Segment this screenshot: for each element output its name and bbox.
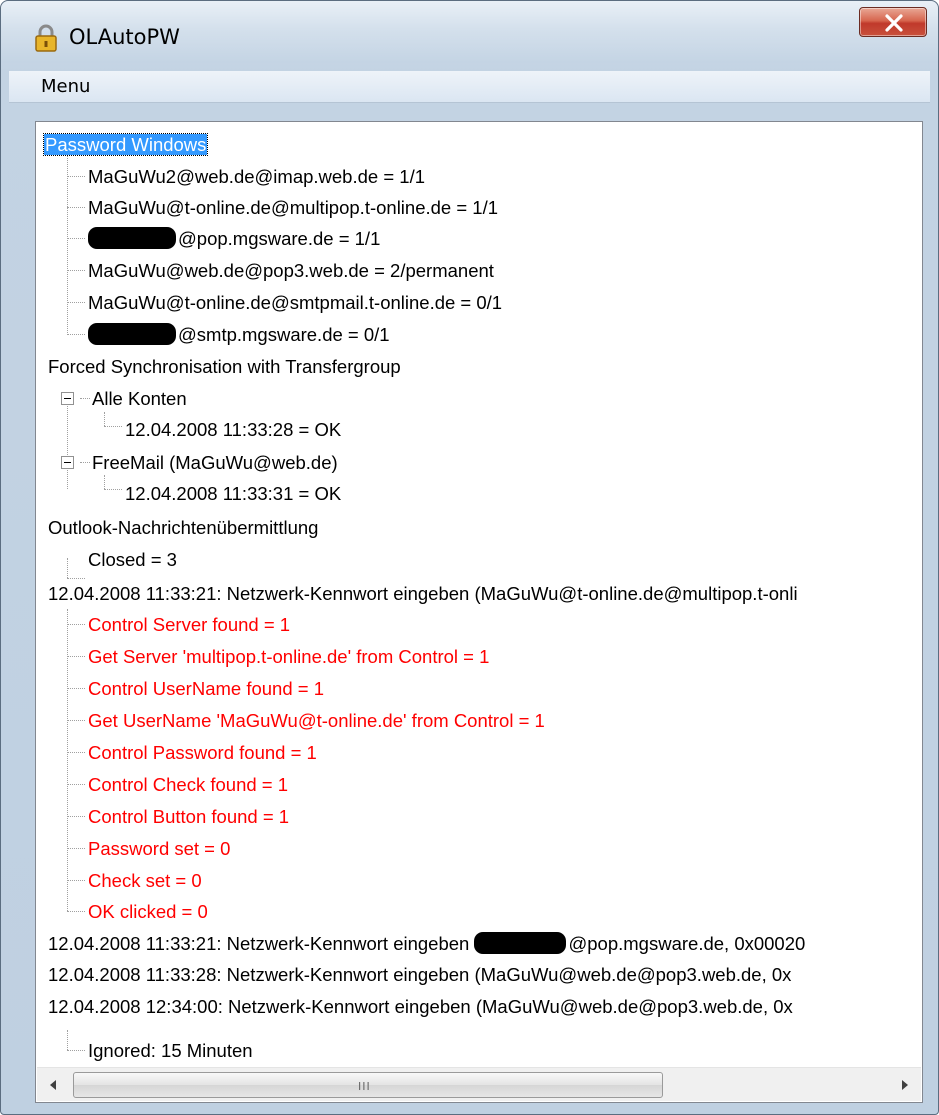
tree-connector <box>67 207 85 208</box>
tree-connector <box>67 334 85 335</box>
window-title: OLAutoPW <box>69 25 180 49</box>
menu-item-menu[interactable]: Menu <box>37 76 94 97</box>
tree-node-event-detail[interactable]: Get UserName 'MaGuWu@t-online.de' from C… <box>88 705 545 736</box>
arrow-right-icon <box>902 1080 908 1090</box>
tree-connector <box>67 155 68 335</box>
tree-connector <box>67 688 85 689</box>
tree-node-event-detail[interactable]: Control UserName found = 1 <box>88 673 324 704</box>
scroll-left-button[interactable] <box>37 1068 71 1102</box>
tree-content: Password Windows MaGuWu2@web.de@imap.web… <box>36 122 922 1066</box>
redacted-username <box>474 932 567 954</box>
scroll-right-button[interactable] <box>887 1068 921 1102</box>
tree-node-outlook[interactable]: Outlook-Nachrichtenübermittlung <box>48 512 318 543</box>
menu-bar: Menu <box>9 71 930 103</box>
tree-connector <box>104 412 105 426</box>
collapse-toggle-freemail[interactable] <box>61 456 74 469</box>
horizontal-scrollbar[interactable]: III <box>37 1067 921 1101</box>
tree-connector <box>67 558 68 578</box>
tree-node-pw-item[interactable]: @smtp.mgsware.de = 0/1 <box>88 319 390 350</box>
tree-node-alle-konten[interactable]: Alle Konten <box>92 383 187 414</box>
tree-node-pw-item[interactable]: @pop.mgsware.de = 1/1 <box>88 223 380 254</box>
tree-node-pw-item[interactable]: MaGuWu@t-online.de@smtpmail.t-online.de … <box>88 287 502 318</box>
tree-node-event[interactable]: 12.04.2008 12:34:00: Netzwerk-Kennwort e… <box>48 991 793 1022</box>
tree-node-pw-item[interactable]: MaGuWu2@web.de@imap.web.de = 1/1 <box>88 161 425 192</box>
tree-node-forced-sync[interactable]: Forced Synchronisation with Transfergrou… <box>48 351 401 382</box>
tree-connector <box>67 403 68 489</box>
tree-node-event-detail[interactable]: Check set = 0 <box>88 865 202 896</box>
tree-connector <box>67 784 85 785</box>
tree-connector <box>80 398 90 399</box>
tree-connector <box>80 462 90 463</box>
tree-connector <box>67 624 85 625</box>
tree-connector <box>104 489 122 490</box>
tree-connector <box>67 880 85 881</box>
tree-node-password-windows[interactable]: Password Windows <box>42 129 209 160</box>
tree-connector <box>67 911 85 912</box>
tree-node-outlook-entry[interactable]: Closed = 3 <box>88 544 177 575</box>
tree-node-event-detail[interactable]: Password set = 0 <box>88 833 230 864</box>
tree-node-event-detail[interactable]: Control Button found = 1 <box>88 801 289 832</box>
scrollbar-grip: III <box>358 1080 371 1093</box>
tree-node-event-detail[interactable]: Control Server found = 1 <box>88 609 290 640</box>
tree-node-alle-konten-entry[interactable]: 12.04.2008 11:33:28 = OK <box>125 414 341 445</box>
tree-connector <box>67 656 85 657</box>
tree-node-event[interactable]: 12.04.2008 11:33:21: Netzwerk-Kennwort e… <box>48 928 805 959</box>
tree-node-pw-item[interactable]: MaGuWu@t-online.de@multipop.t-online.de … <box>88 192 498 223</box>
padlock-icon <box>35 24 57 52</box>
tree-connector <box>67 848 85 849</box>
tree-node-pw-item[interactable]: MaGuWu@web.de@pop3.web.de = 2/permanent <box>88 255 494 286</box>
collapse-toggle-alle-konten[interactable] <box>61 392 74 405</box>
scrollbar-thumb[interactable]: III <box>73 1072 663 1098</box>
tree-node-event-detail[interactable]: Get Server 'multipop.t-online.de' from C… <box>88 641 489 672</box>
tree-node-event-detail[interactable]: Ignored: 15 Minuten <box>88 1035 253 1066</box>
tree-connector <box>67 609 68 911</box>
tree-node-event-detail[interactable]: OK clicked = 0 <box>88 896 208 927</box>
tree-connector <box>67 176 85 177</box>
tree-connector <box>67 302 85 303</box>
tree-node-freemail-entry[interactable]: 12.04.2008 11:33:31 = OK <box>125 478 341 509</box>
tree-connector <box>67 752 85 753</box>
tree-connector <box>67 816 85 817</box>
tree-node-event-detail[interactable]: Control Check found = 1 <box>88 769 288 800</box>
tree-node-event[interactable]: 12.04.2008 11:33:21: Netzwerk-Kennwort e… <box>48 578 798 609</box>
tree-connector <box>67 1050 85 1051</box>
close-x-icon <box>885 14 903 32</box>
tree-connector <box>67 238 85 239</box>
tree-connector <box>67 1030 68 1050</box>
tree-node-event-detail[interactable]: Control Password found = 1 <box>88 737 317 768</box>
arrow-left-icon <box>50 1080 56 1090</box>
tree-node-event[interactable]: 12.04.2008 11:33:28: Netzwerk-Kennwort e… <box>48 959 791 990</box>
title-bar[interactable]: OLAutoPW <box>1 1 938 63</box>
log-tree-view[interactable]: Password Windows MaGuWu2@web.de@imap.web… <box>35 121 923 1103</box>
tree-connector <box>104 426 122 427</box>
redacted-username <box>88 323 176 345</box>
tree-node-freemail[interactable]: FreeMail (MaGuWu@web.de) <box>92 447 338 478</box>
tree-connector <box>67 270 85 271</box>
main-window: OLAutoPW Menu Password Windows MaGuWu2@w… <box>0 0 939 1115</box>
close-button[interactable] <box>859 7 927 37</box>
tree-connector <box>67 720 85 721</box>
redacted-username <box>88 227 176 249</box>
